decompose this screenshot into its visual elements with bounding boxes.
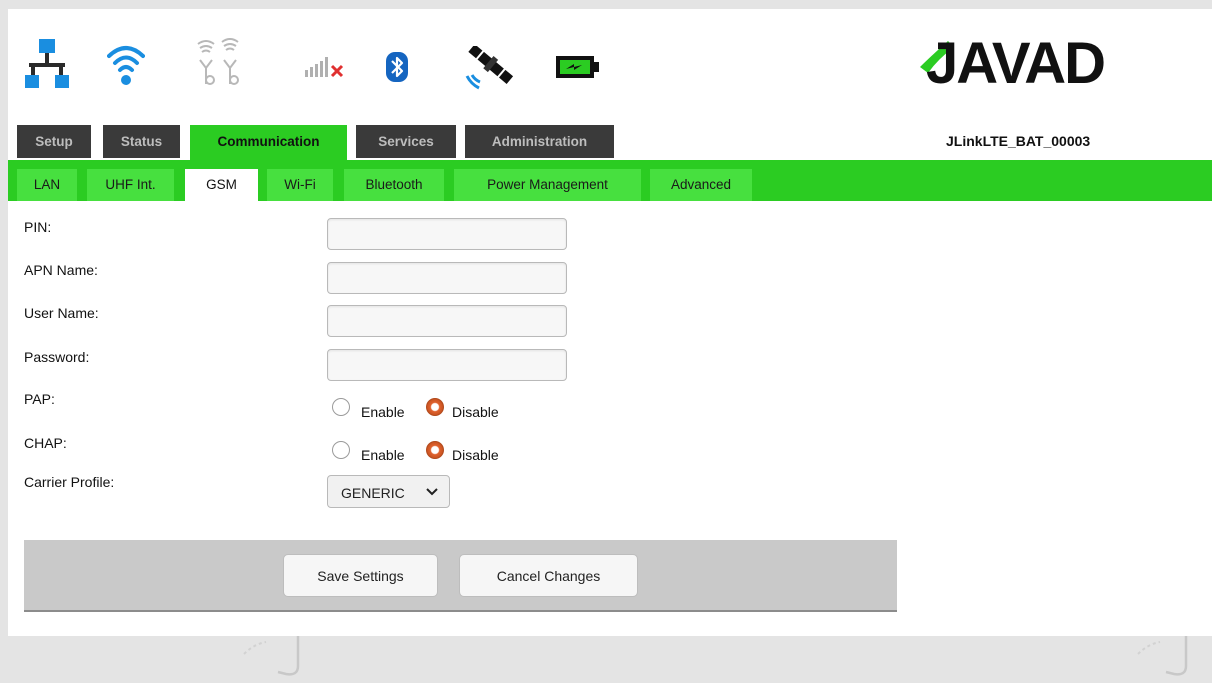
pin-field[interactable] bbox=[327, 218, 567, 250]
subtab-power-management[interactable]: Power Management bbox=[454, 169, 641, 201]
pap-label: PAP: bbox=[24, 391, 55, 407]
decorative-hanger-left-icon bbox=[243, 636, 300, 676]
chap-disable-radio[interactable] bbox=[426, 441, 444, 459]
action-bar: Save Settings Cancel Changes bbox=[24, 540, 897, 612]
cancel-changes-button[interactable]: Cancel Changes bbox=[459, 554, 638, 597]
tab-services[interactable]: Services bbox=[356, 125, 456, 158]
chap-label: CHAP: bbox=[24, 435, 67, 451]
subtab-bluetooth[interactable]: Bluetooth bbox=[344, 169, 444, 201]
chevron-down-icon bbox=[426, 488, 438, 496]
chap-disable-label: Disable bbox=[452, 447, 499, 463]
apn-name-field[interactable] bbox=[327, 262, 567, 294]
user-name-field[interactable] bbox=[327, 305, 567, 337]
javad-logo: JAVAD bbox=[920, 31, 1106, 89]
subtab-uhf-int[interactable]: UHF Int. bbox=[87, 169, 174, 201]
sub-navigation: LAN UHF Int. GSM Wi-Fi Bluetooth Power M… bbox=[8, 160, 1212, 201]
pap-enable-radio[interactable] bbox=[332, 398, 350, 416]
apn-name-label: APN Name: bbox=[24, 262, 98, 278]
subtab-advanced[interactable]: Advanced bbox=[650, 169, 752, 201]
tab-administration[interactable]: Administration bbox=[465, 125, 614, 158]
password-field[interactable] bbox=[327, 349, 567, 381]
wifi-icon bbox=[107, 46, 145, 85]
device-name: JLinkLTE_BAT_00003 bbox=[946, 133, 1091, 149]
carrier-profile-label: Carrier Profile: bbox=[24, 474, 115, 490]
tab-communication[interactable]: Communication bbox=[190, 125, 347, 160]
cellular-signal-no-service-icon bbox=[305, 57, 344, 78]
tab-status[interactable]: Status bbox=[103, 125, 180, 158]
pin-label: PIN: bbox=[24, 219, 52, 235]
chap-enable-label: Enable bbox=[361, 447, 405, 463]
subtab-gsm[interactable]: GSM bbox=[185, 169, 258, 201]
tab-setup[interactable]: Setup bbox=[17, 125, 91, 158]
subtab-wifi[interactable]: Wi-Fi bbox=[267, 169, 333, 201]
uhf-antenna-icon bbox=[197, 38, 239, 85]
satellite-icon bbox=[465, 46, 514, 90]
pap-disable-radio[interactable] bbox=[426, 398, 444, 416]
decorative-hanger-right-icon bbox=[1137, 636, 1188, 676]
save-settings-button[interactable]: Save Settings bbox=[283, 554, 438, 597]
battery-charging-icon bbox=[556, 56, 599, 78]
pap-enable-label: Enable bbox=[361, 404, 405, 420]
svg-text:JAVAD: JAVAD bbox=[926, 31, 1104, 89]
user-name-label: User Name: bbox=[24, 305, 99, 321]
pap-disable-label: Disable bbox=[452, 404, 499, 420]
chap-enable-radio[interactable] bbox=[332, 441, 350, 459]
bluetooth-icon bbox=[386, 52, 408, 82]
lan-network-icon bbox=[25, 39, 69, 88]
carrier-profile-value: GENERIC bbox=[341, 485, 405, 501]
password-label: Password: bbox=[24, 349, 90, 365]
carrier-profile-select[interactable]: GENERIC bbox=[327, 475, 450, 508]
subtab-lan[interactable]: LAN bbox=[17, 169, 77, 201]
